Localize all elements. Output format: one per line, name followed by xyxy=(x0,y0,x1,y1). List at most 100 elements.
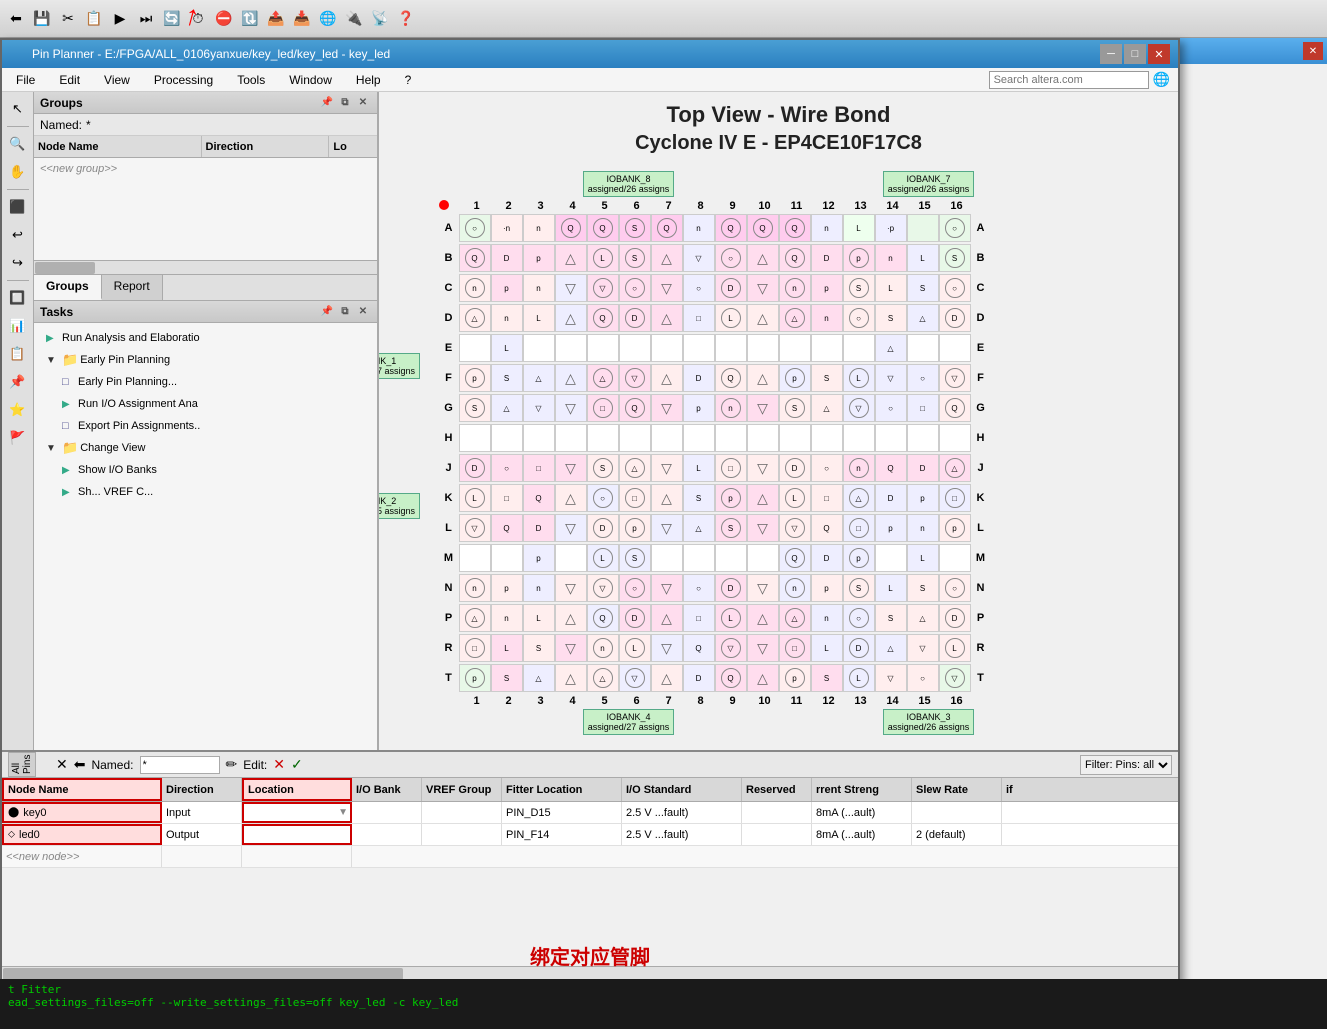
cell-R7[interactable]: ▽ xyxy=(651,634,683,662)
cell-L16[interactable]: p xyxy=(939,514,971,542)
cell-N12[interactable]: p xyxy=(811,574,843,602)
cell-K3[interactable]: Q xyxy=(523,484,555,512)
cell-R8[interactable]: Q xyxy=(683,634,715,662)
cell-P16[interactable]: D xyxy=(939,604,971,632)
cell-P11[interactable]: △ xyxy=(779,604,811,632)
pins-edit-cancel-btn[interactable]: ✕ xyxy=(273,756,285,773)
cell-L5[interactable]: D xyxy=(587,514,619,542)
cell-K14[interactable]: D xyxy=(875,484,907,512)
cell-H1[interactable] xyxy=(459,424,491,452)
vtb-hand[interactable]: ✋ xyxy=(5,159,31,185)
cell-D7[interactable]: △ xyxy=(651,304,683,332)
cell-M10[interactable] xyxy=(747,544,779,572)
cell-T5[interactable]: △ xyxy=(587,664,619,692)
cell-P8[interactable]: □ xyxy=(683,604,715,632)
cell-P7[interactable]: △ xyxy=(651,604,683,632)
cell-D6[interactable]: D xyxy=(619,304,651,332)
cell-D12[interactable]: n xyxy=(811,304,843,332)
toolbar-timer-btn[interactable]: ⏱ xyxy=(186,7,210,31)
cell-L9[interactable]: S xyxy=(715,514,747,542)
cell-D9[interactable]: L xyxy=(715,304,747,332)
pins-key0-location-dropdown-icon[interactable]: ▼ xyxy=(338,807,348,818)
cell-E7[interactable] xyxy=(651,334,683,362)
tab-report[interactable]: Report xyxy=(102,275,163,300)
task-early-pin-planning-item[interactable]: □ Early Pin Planning... xyxy=(34,371,377,393)
cell-N4[interactable]: ▽ xyxy=(555,574,587,602)
cell-G3[interactable]: ▽ xyxy=(523,394,555,422)
cell-B11[interactable]: Q xyxy=(779,244,811,272)
toolbar-stop-btn[interactable]: ⛔ xyxy=(212,7,236,31)
cell-J14[interactable]: Q xyxy=(875,454,907,482)
toolbar-sync-btn[interactable]: 🔃 xyxy=(238,7,262,31)
cell-T1[interactable]: p xyxy=(459,664,491,692)
tasks-pin-icon[interactable]: 📌 xyxy=(319,304,335,320)
cell-T9[interactable]: Q xyxy=(715,664,747,692)
pin-planner-close-btn[interactable]: ✕ xyxy=(1148,44,1170,64)
cell-C7[interactable]: ▽ xyxy=(651,274,683,302)
cell-R2[interactable]: L xyxy=(491,634,523,662)
all-pins-tab[interactable]: All Pins xyxy=(8,752,36,777)
cell-C16[interactable]: ○ xyxy=(939,274,971,302)
cell-A15[interactable] xyxy=(907,214,939,242)
cell-K16[interactable]: □ xyxy=(939,484,971,512)
vtb-pointer[interactable]: ↖ xyxy=(5,96,31,122)
cell-J4[interactable]: ▽ xyxy=(555,454,587,482)
cell-T14[interactable]: ▽ xyxy=(875,664,907,692)
cell-T10[interactable]: △ xyxy=(747,664,779,692)
cell-H15[interactable] xyxy=(907,424,939,452)
cell-C8[interactable]: ○ xyxy=(683,274,715,302)
cell-K9[interactable]: p xyxy=(715,484,747,512)
cell-G16[interactable]: Q xyxy=(939,394,971,422)
cell-F3[interactable]: △ xyxy=(523,364,555,392)
cell-B16[interactable]: S xyxy=(939,244,971,272)
cell-B7[interactable]: △ xyxy=(651,244,683,272)
cell-R1[interactable]: □ xyxy=(459,634,491,662)
cell-D16[interactable]: D xyxy=(939,304,971,332)
cell-J1[interactable]: D xyxy=(459,454,491,482)
cell-L12[interactable]: Q xyxy=(811,514,843,542)
cell-L11[interactable]: ▽ xyxy=(779,514,811,542)
vtb-pin[interactable]: 📌 xyxy=(5,369,31,395)
cell-A12[interactable]: n xyxy=(811,214,843,242)
cell-G5[interactable]: □ xyxy=(587,394,619,422)
toolbar-run-btn[interactable]: ▶ xyxy=(108,7,132,31)
cell-L4[interactable]: ▽ xyxy=(555,514,587,542)
cell-K2[interactable]: □ xyxy=(491,484,523,512)
cell-L14[interactable]: p xyxy=(875,514,907,542)
cell-D2[interactable]: n xyxy=(491,304,523,332)
cell-L3[interactable]: D xyxy=(523,514,555,542)
cell-B5[interactable]: L xyxy=(587,244,619,272)
cell-H10[interactable] xyxy=(747,424,779,452)
cell-E5[interactable] xyxy=(587,334,619,362)
cell-C10[interactable]: ▽ xyxy=(747,274,779,302)
cell-H13[interactable] xyxy=(843,424,875,452)
menu-window[interactable]: Window xyxy=(283,71,338,89)
cell-J7[interactable]: ▽ xyxy=(651,454,683,482)
cell-A2[interactable]: ·n xyxy=(491,214,523,242)
groups-detach-icon[interactable]: ⧉ xyxy=(337,95,353,111)
cell-M13[interactable]: p xyxy=(843,544,875,572)
cell-M6[interactable]: S xyxy=(619,544,651,572)
cell-M5[interactable]: L xyxy=(587,544,619,572)
cell-G4[interactable]: ▽ xyxy=(555,394,587,422)
cell-L7[interactable]: ▽ xyxy=(651,514,683,542)
cell-G11[interactable]: S xyxy=(779,394,811,422)
cell-T8[interactable]: D xyxy=(683,664,715,692)
cell-P15[interactable]: △ xyxy=(907,604,939,632)
cell-H2[interactable] xyxy=(491,424,523,452)
cell-R11[interactable]: □ xyxy=(779,634,811,662)
cell-P10[interactable]: △ xyxy=(747,604,779,632)
cell-R5[interactable]: n xyxy=(587,634,619,662)
toolbar-download-btn[interactable]: 📥 xyxy=(290,7,314,31)
tasks-detach-icon[interactable]: ⧉ xyxy=(337,304,353,320)
cell-D11[interactable]: △ xyxy=(779,304,811,332)
groups-hscrollbar[interactable] xyxy=(34,260,377,274)
cell-K12[interactable]: □ xyxy=(811,484,843,512)
cell-D13[interactable]: ○ xyxy=(843,304,875,332)
vtb-chip[interactable]: 🔲 xyxy=(5,285,31,311)
vtb-redo[interactable]: ↪ xyxy=(5,250,31,276)
tasks-close-icon[interactable]: ✕ xyxy=(355,304,371,320)
toolbar-upload-btn[interactable]: 📤 xyxy=(264,7,288,31)
cell-F14[interactable]: ▽ xyxy=(875,364,907,392)
cell-N11[interactable]: n xyxy=(779,574,811,602)
